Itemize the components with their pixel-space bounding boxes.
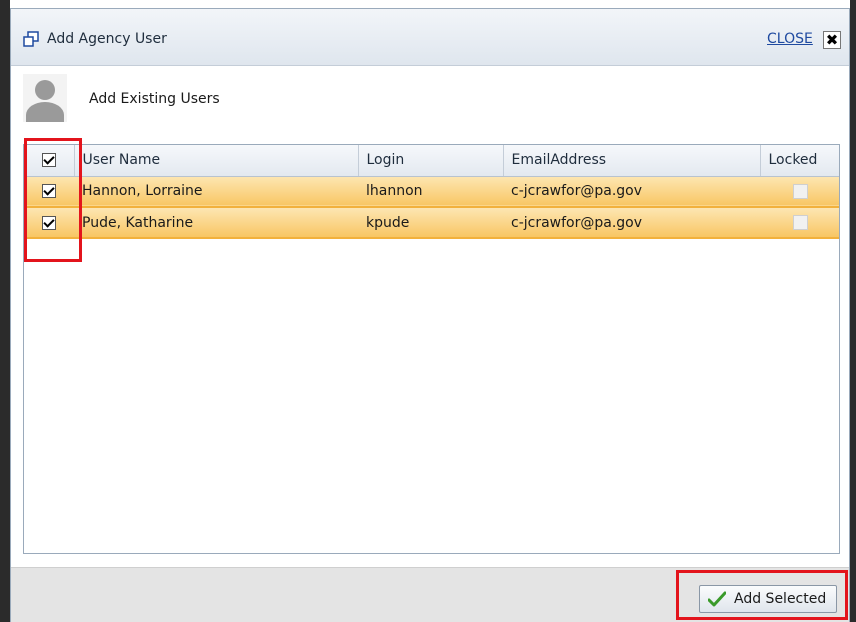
row-select-cell[interactable]: [24, 176, 74, 208]
cell-email: c-jcrawfor@pa.gov: [503, 176, 760, 208]
column-header-login[interactable]: Login: [358, 145, 504, 177]
background-right-edge: [850, 0, 856, 622]
cell-user-name: Pude, Katharine: [74, 207, 358, 239]
column-header-email[interactable]: EmailAddress: [503, 145, 761, 177]
column-header-locked[interactable]: Locked: [760, 145, 839, 177]
locked-checkbox: [793, 183, 808, 199]
add-selected-button[interactable]: Add Selected: [699, 585, 837, 613]
close-x-icon[interactable]: ✖: [823, 31, 841, 49]
add-selected-label: Add Selected: [734, 591, 827, 607]
dialog-titlebar: Add Agency User CLOSE ✖: [11, 9, 849, 66]
locked-checkbox: [793, 215, 808, 230]
background-left-edge: [0, 0, 10, 622]
select-all-checkbox[interactable]: [41, 153, 56, 168]
table-header-row: User Name Login EmailAddress Locked: [24, 145, 839, 177]
close-link[interactable]: CLOSE: [767, 31, 813, 47]
column-header-user-name[interactable]: User Name: [74, 145, 359, 177]
green-check-icon: [708, 591, 726, 607]
add-agency-user-dialog: Add Agency User CLOSE ✖ Add Existing Use…: [10, 8, 850, 622]
dialog-footer: Add Selected: [11, 567, 849, 622]
users-grid: User Name Login EmailAddress Locked Hann…: [23, 144, 840, 554]
cell-email: c-jcrawfor@pa.gov: [503, 207, 760, 239]
cell-locked: [760, 176, 839, 208]
row-select-cell[interactable]: [24, 207, 74, 239]
cell-user-name: Hannon, Lorraine: [74, 176, 358, 208]
header-select-all[interactable]: [24, 145, 75, 177]
users-table: User Name Login EmailAddress Locked Hann…: [24, 145, 839, 239]
background-page-text-strip: [0, 0, 856, 8]
row-checkbox[interactable]: [42, 215, 56, 230]
row-checkbox[interactable]: [42, 184, 56, 199]
table-row[interactable]: Hannon, Lorraine lhannon c-jcrawfor@pa.g…: [24, 176, 839, 208]
table-row[interactable]: Pude, Katharine kpude c-jcrawfor@pa.gov: [24, 207, 839, 239]
section-title: Add Existing Users: [89, 91, 220, 107]
cell-login: lhannon: [358, 176, 503, 208]
dialog-title: Add Agency User: [47, 31, 167, 47]
cell-login: kpude: [358, 207, 503, 239]
cell-locked: [760, 207, 839, 239]
user-silhouette-icon: [23, 74, 67, 122]
window-restore-icon: [23, 31, 39, 47]
section-header: Add Existing Users: [11, 66, 849, 130]
